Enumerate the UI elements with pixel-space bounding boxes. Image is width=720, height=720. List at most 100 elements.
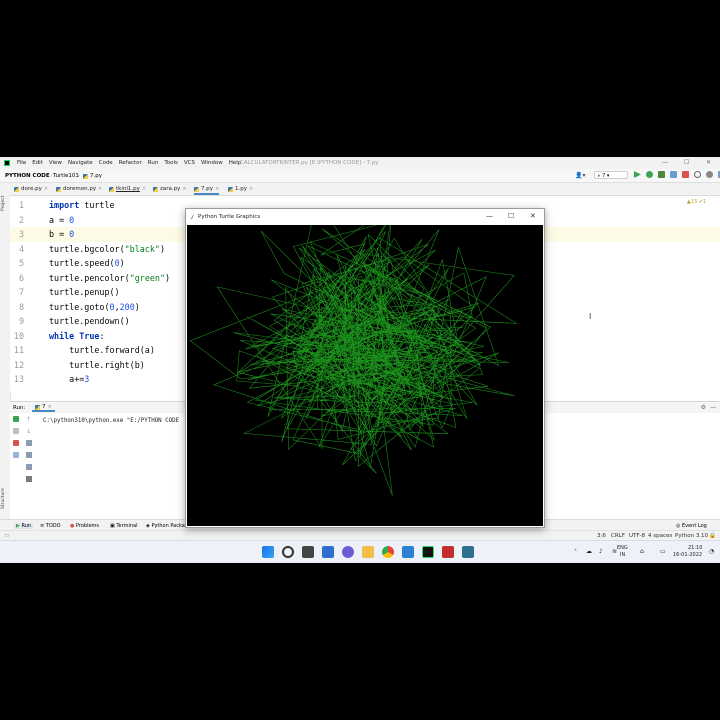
- menu-item-window[interactable]: Window: [201, 160, 223, 166]
- scroll-to-end-icon[interactable]: [26, 452, 32, 458]
- line-number: 5: [18, 258, 24, 268]
- tool-tab-problems[interactable]: ● Problems: [70, 523, 99, 529]
- hide-panel-icon[interactable]: —: [710, 404, 716, 411]
- chat-icon[interactable]: [342, 546, 354, 558]
- print-icon[interactable]: [26, 464, 32, 470]
- close-icon[interactable]: ✕: [706, 159, 711, 166]
- pin-icon[interactable]: [13, 452, 19, 458]
- menu-item-edit[interactable]: Edit: [32, 160, 43, 166]
- search-icon[interactable]: [282, 546, 294, 558]
- network-icon[interactable]: ⌂: [640, 548, 644, 555]
- run-icon: ▶: [16, 523, 20, 529]
- arrow-up-icon[interactable]: ↑: [26, 416, 35, 428]
- menu-item-view[interactable]: View: [49, 160, 62, 166]
- gear-icon[interactable]: [706, 171, 713, 178]
- turtle-graphics-window[interactable]: Python Turtle Graphics — ☐ ✕: [185, 195, 545, 528]
- stop-icon[interactable]: [13, 440, 19, 446]
- arrow-down-icon[interactable]: ↓: [26, 428, 35, 440]
- close-tab-icon[interactable]: ×: [48, 404, 53, 410]
- language-indicator[interactable]: ENG: [617, 545, 628, 551]
- line-separator[interactable]: CRLF: [611, 533, 625, 539]
- turtle-path: [189, 195, 518, 496]
- panel-toggle-icon[interactable]: ▭: [4, 533, 9, 539]
- close-tab-icon[interactable]: ×: [215, 186, 219, 192]
- python-file-icon: [83, 173, 88, 179]
- breadcrumb-folder[interactable]: Turtle101: [53, 173, 79, 179]
- wrench-icon[interactable]: [13, 428, 19, 434]
- breadcrumb-separator: ›: [78, 173, 81, 179]
- run-tab[interactable]: 7 ×: [32, 404, 56, 412]
- indent-setting[interactable]: 4 spaces: [648, 533, 672, 539]
- python-interpreter[interactable]: Python 3.10: [675, 533, 708, 539]
- close-tab-icon[interactable]: ×: [249, 186, 253, 192]
- media-icon[interactable]: [442, 546, 454, 558]
- file-explorer-icon[interactable]: [362, 546, 374, 558]
- run-config-select[interactable]: ▸ 7 ▾: [594, 171, 628, 179]
- widgets-icon[interactable]: [322, 546, 334, 558]
- run-icon[interactable]: [634, 171, 641, 178]
- tab-tkinl1[interactable]: tkinl1.py ×: [109, 186, 146, 192]
- event-log[interactable]: ◎ Event Log: [676, 523, 707, 529]
- minimize-icon[interactable]: —: [662, 159, 668, 166]
- file-encoding[interactable]: UTF-8: [629, 533, 645, 539]
- cloud-icon[interactable]: ☁: [586, 548, 592, 555]
- menu-item-run[interactable]: Run: [148, 160, 159, 166]
- line-number: 7: [18, 287, 24, 297]
- python-turtle-taskbar-icon[interactable]: [462, 546, 474, 558]
- clock-time[interactable]: 21:10: [688, 545, 702, 551]
- tab-1[interactable]: 1.py ×: [228, 186, 253, 192]
- start-icon[interactable]: [262, 546, 274, 558]
- pycharm-taskbar-icon[interactable]: [422, 546, 434, 558]
- task-view-icon[interactable]: [302, 546, 314, 558]
- console-output[interactable]: C:\python310\python.exe "E:/PYTHON CODE: [43, 418, 179, 424]
- menu-item-vcs[interactable]: VCS: [184, 160, 195, 166]
- menu-item-navigate[interactable]: Navigate: [68, 160, 93, 166]
- tab-doremon[interactable]: doremon.py ×: [56, 186, 102, 192]
- maximize-icon[interactable]: ☐: [508, 212, 514, 220]
- rerun-icon[interactable]: [13, 416, 19, 422]
- breadcrumb-file[interactable]: 7.py: [83, 173, 102, 179]
- battery-icon[interactable]: ▭: [660, 548, 666, 555]
- menu-item-code[interactable]: Code: [99, 160, 113, 166]
- coverage-icon[interactable]: [658, 171, 665, 178]
- debug-icon[interactable]: [646, 171, 653, 178]
- maximize-icon[interactable]: ☐: [684, 159, 689, 166]
- menu-item-tools[interactable]: Tools: [164, 160, 178, 166]
- structure-tool-tab[interactable]: Structure: [1, 488, 6, 509]
- gear-icon[interactable]: ⚙: [701, 404, 706, 411]
- tab-7[interactable]: 7.py ×: [194, 186, 220, 195]
- close-tab-icon[interactable]: ×: [182, 186, 186, 192]
- tool-tab-todo[interactable]: ≡ TODO: [40, 523, 61, 529]
- tool-tab-run[interactable]: ▶ Run: [14, 523, 34, 529]
- search-icon[interactable]: [694, 171, 701, 178]
- edge-icon[interactable]: [402, 546, 414, 558]
- chrome-icon[interactable]: [382, 546, 394, 558]
- project-tool-tab[interactable]: Project: [1, 196, 6, 211]
- editor-tabs-bar: dore.py × doremon.py × tkinl1.py × zara.py ×…: [10, 183, 720, 196]
- code-text: a+=3: [49, 374, 90, 384]
- tool-tab-terminal[interactable]: ▣ Terminal: [110, 523, 137, 529]
- close-tab-icon[interactable]: ×: [98, 186, 102, 192]
- soft-wrap-icon[interactable]: [26, 440, 32, 446]
- lock-icon[interactable]: 🔒: [709, 533, 716, 539]
- close-tab-icon[interactable]: ×: [44, 186, 48, 192]
- profile-icon[interactable]: [670, 171, 677, 178]
- user-icon[interactable]: 👤▾: [575, 172, 585, 179]
- notification-icon[interactable]: ◔: [709, 548, 714, 555]
- volume-icon[interactable]: ♪: [599, 548, 603, 555]
- tab-dore[interactable]: dore.py ×: [14, 186, 48, 192]
- close-icon[interactable]: ✕: [530, 212, 536, 220]
- turtle-window-titlebar[interactable]: Python Turtle Graphics — ☐ ✕: [186, 209, 544, 224]
- menu-item-refactor[interactable]: Refactor: [119, 160, 142, 166]
- caret-position[interactable]: 3:6: [597, 533, 606, 539]
- trash-icon[interactable]: [26, 476, 32, 482]
- tab-zara[interactable]: zara.py ×: [153, 186, 187, 192]
- line-number: 12: [13, 359, 24, 370]
- close-tab-icon[interactable]: ×: [142, 186, 146, 192]
- breadcrumb-project[interactable]: PYTHON CODE: [5, 173, 50, 179]
- minimize-icon[interactable]: —: [486, 212, 493, 220]
- stop-icon[interactable]: [682, 171, 689, 178]
- menu-item-file[interactable]: File: [17, 160, 26, 166]
- turtle-canvas[interactable]: [187, 195, 543, 526]
- tray-chevron-icon[interactable]: ˄: [574, 549, 577, 556]
